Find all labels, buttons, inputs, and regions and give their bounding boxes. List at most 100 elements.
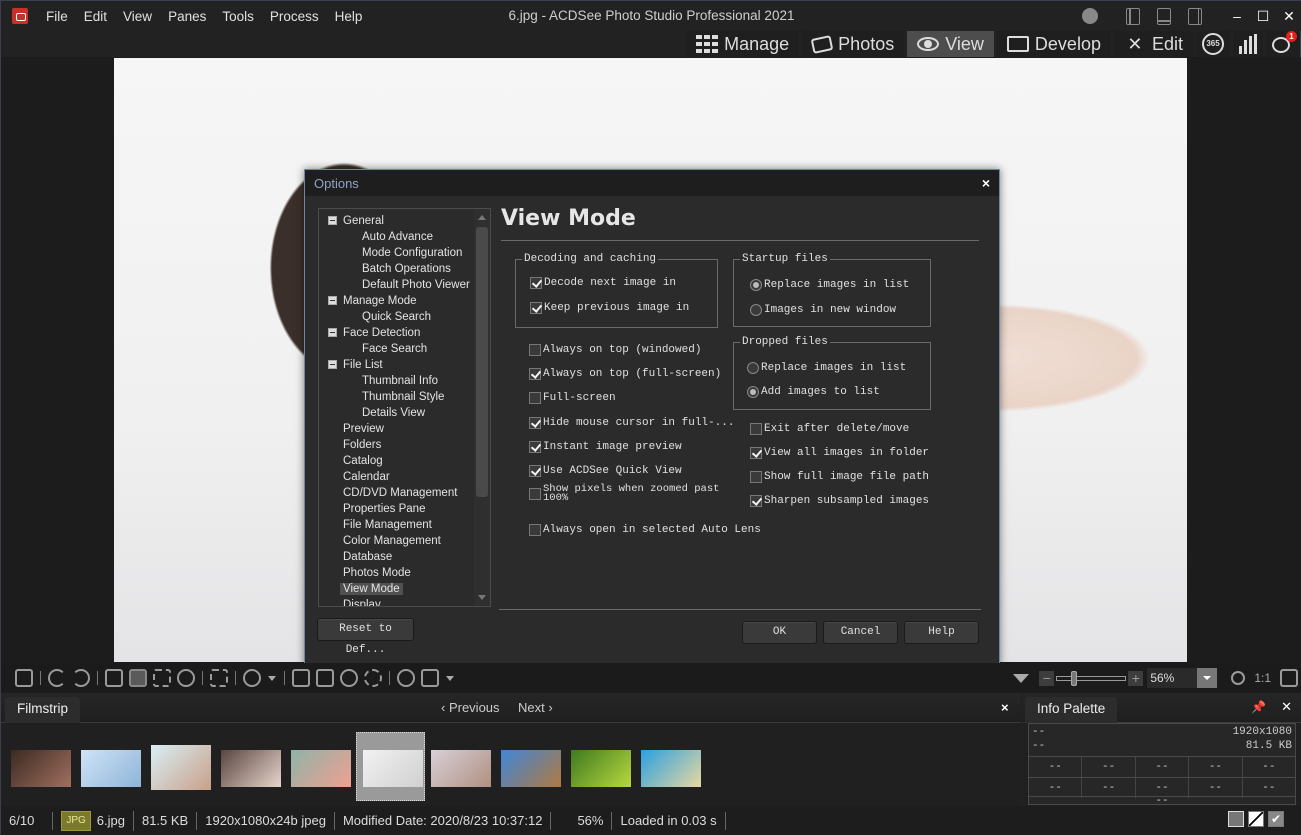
tree-item-file-management[interactable]: File Management bbox=[343, 517, 432, 533]
tree-item-general[interactable]: General bbox=[328, 213, 384, 229]
slideshow-icon[interactable] bbox=[292, 669, 310, 687]
checkbox-hide-mouse-cursor-in-full[interactable]: Hide mouse cursor in full-... bbox=[529, 415, 734, 431]
info-palette-close-button[interactable]: ✕ bbox=[1281, 699, 1292, 715]
notifications-button[interactable]: 1 bbox=[1266, 31, 1300, 57]
mode-manage[interactable]: Manage bbox=[686, 31, 800, 57]
zoom-out-button[interactable]: − bbox=[1039, 670, 1055, 686]
menu-panes[interactable]: Panes bbox=[160, 9, 214, 24]
right-pane-toggle-icon[interactable] bbox=[1188, 7, 1202, 25]
tree-item-quick-search[interactable]: Quick Search bbox=[362, 309, 431, 325]
tag-reject-icon[interactable] bbox=[1248, 811, 1264, 827]
scroll-up-icon[interactable] bbox=[478, 215, 486, 220]
reset-to-defaults-button[interactable]: Reset to Def... bbox=[317, 618, 414, 656]
mode-edit[interactable]: ✕ Edit bbox=[1113, 31, 1193, 57]
ok-button[interactable]: OK bbox=[742, 621, 817, 644]
scroll-down-icon[interactable] bbox=[478, 595, 486, 600]
filmstrip-tab[interactable]: Filmstrip bbox=[5, 697, 80, 723]
tree-item-view-mode[interactable]: View Mode bbox=[340, 581, 403, 597]
zoom-menu-icon[interactable] bbox=[1013, 673, 1030, 683]
close-window-button[interactable]: ✕ bbox=[1276, 8, 1301, 25]
tree-item-catalog[interactable]: Catalog bbox=[343, 453, 383, 469]
maximize-button[interactable]: ☐ bbox=[1250, 8, 1276, 25]
hand-tool-icon[interactable] bbox=[129, 669, 147, 687]
batch-icon[interactable] bbox=[15, 669, 33, 687]
dropped-replace-radio[interactable]: Replace images in list bbox=[747, 360, 906, 376]
tree-item-preview[interactable]: Preview bbox=[343, 421, 384, 437]
mode-365[interactable]: 365 bbox=[1196, 31, 1230, 57]
zoom-slider-handle[interactable] bbox=[1071, 670, 1078, 686]
checkbox-always-on-top-full-screen[interactable]: Always on top (full-screen) bbox=[529, 366, 721, 382]
checkbox-show-full-image-file-path[interactable]: Show full image file path bbox=[750, 469, 929, 485]
tree-item-folders[interactable]: Folders bbox=[343, 437, 381, 453]
fit-zoom-icon[interactable] bbox=[1231, 671, 1246, 685]
startup-replace-radio[interactable]: Replace images in list bbox=[750, 277, 909, 293]
info-palette-tab[interactable]: Info Palette bbox=[1025, 697, 1118, 723]
adjust-sliders-icon[interactable] bbox=[316, 669, 334, 687]
mode-view[interactable]: View bbox=[907, 31, 994, 57]
bottom-pane-toggle-icon[interactable] bbox=[1157, 7, 1171, 25]
tree-item-properties-pane[interactable]: Properties Pane bbox=[343, 501, 425, 517]
checkbox-always-open-in-selected-auto-lens[interactable]: Always open in selected Auto Lens bbox=[529, 522, 761, 538]
menu-process[interactable]: Process bbox=[262, 9, 327, 24]
filmstrip-thumbnail[interactable] bbox=[151, 745, 211, 790]
mode-photos[interactable]: Photos bbox=[802, 31, 905, 57]
next-button[interactable]: Next › bbox=[518, 700, 553, 715]
filmstrip-close-button[interactable]: × bbox=[1001, 700, 1009, 715]
checkbox-exit-after-delete-move[interactable]: Exit after delete/move bbox=[750, 421, 909, 437]
tree-item-face-search[interactable]: Face Search bbox=[362, 341, 427, 357]
filmstrip-thumbnail[interactable] bbox=[363, 750, 423, 787]
tree-item-details-view[interactable]: Details View bbox=[362, 405, 425, 421]
dialog-close-button[interactable]: × bbox=[982, 175, 990, 191]
filmstrip-thumbnail[interactable] bbox=[81, 750, 141, 787]
checkbox-sharpen-subsampled-images[interactable]: Sharpen subsampled images bbox=[750, 493, 929, 509]
menu-edit[interactable]: Edit bbox=[76, 9, 115, 24]
collapse-icon[interactable] bbox=[328, 328, 337, 337]
dropped-add-radio[interactable]: Add images to list bbox=[747, 384, 880, 400]
fit-to-window-icon[interactable] bbox=[1280, 669, 1298, 687]
filmstrip-thumbnail[interactable] bbox=[291, 750, 351, 787]
zoom-slider[interactable] bbox=[1056, 670, 1127, 686]
selection-tool-icon[interactable] bbox=[153, 669, 171, 687]
actual-size-button[interactable]: 1:1 bbox=[1254, 671, 1271, 685]
zoom-level-select[interactable]: 56% bbox=[1147, 668, 1218, 688]
tree-item-calendar[interactable]: Calendar bbox=[343, 469, 390, 485]
tree-item-database[interactable]: Database bbox=[343, 549, 392, 565]
filmstrip-thumbnail[interactable] bbox=[11, 750, 71, 787]
dialog-title-bar[interactable]: Options × bbox=[305, 170, 999, 196]
scrollbar-thumb[interactable] bbox=[476, 227, 488, 497]
auto-enhance-dropdown-icon[interactable] bbox=[268, 675, 276, 681]
mode-develop[interactable]: Develop bbox=[996, 31, 1111, 57]
more-tools-dropdown-icon[interactable] bbox=[446, 675, 454, 681]
menu-help[interactable]: Help bbox=[327, 9, 371, 24]
user-account-icon[interactable] bbox=[1082, 8, 1098, 24]
tree-item-display[interactable]: Display bbox=[343, 597, 381, 606]
decode-next-image-checkbox[interactable]: Decode next image in bbox=[530, 275, 676, 291]
menu-tools[interactable]: Tools bbox=[214, 9, 262, 24]
cancel-button[interactable]: Cancel bbox=[823, 621, 898, 644]
tag-accept-check-icon[interactable]: ✔ bbox=[1268, 811, 1284, 827]
checkbox-full-screen[interactable]: Full-screen bbox=[529, 390, 616, 406]
tree-item-default-photo-viewer[interactable]: Default Photo Viewer bbox=[362, 277, 470, 293]
checkbox-instant-image-preview[interactable]: Instant image preview bbox=[529, 439, 682, 455]
collapse-icon[interactable] bbox=[328, 296, 337, 305]
mode-dashboard[interactable] bbox=[1233, 31, 1263, 57]
checkbox-always-on-top-windowed[interactable]: Always on top (windowed) bbox=[529, 342, 701, 358]
collapse-icon[interactable] bbox=[328, 360, 337, 369]
zoom-in-button[interactable]: + bbox=[1128, 670, 1144, 686]
tree-item-auto-advance[interactable]: Auto Advance bbox=[362, 229, 433, 245]
crop-face-icon[interactable] bbox=[105, 669, 123, 687]
rotate-left-icon[interactable] bbox=[48, 669, 66, 687]
tree-item-color-management[interactable]: Color Management bbox=[343, 533, 441, 549]
tree-item-manage-mode[interactable]: Manage Mode bbox=[328, 293, 417, 309]
tag-unmarked-icon[interactable] bbox=[1228, 811, 1244, 827]
focus-icon[interactable] bbox=[364, 669, 382, 687]
rotate-right-icon[interactable] bbox=[72, 669, 90, 687]
tree-item-mode-configuration[interactable]: Mode Configuration bbox=[362, 245, 462, 261]
startup-new-window-radio[interactable]: Images in new window bbox=[750, 302, 896, 318]
fullscreen-icon[interactable] bbox=[210, 669, 228, 687]
filmstrip-thumbnail[interactable] bbox=[641, 750, 701, 787]
tree-item-thumbnail-style[interactable]: Thumbnail Style bbox=[362, 389, 444, 405]
play-icon[interactable] bbox=[397, 669, 415, 687]
keep-previous-image-checkbox[interactable]: Keep previous image in bbox=[530, 300, 689, 316]
tree-item-face-detection[interactable]: Face Detection bbox=[328, 325, 420, 341]
